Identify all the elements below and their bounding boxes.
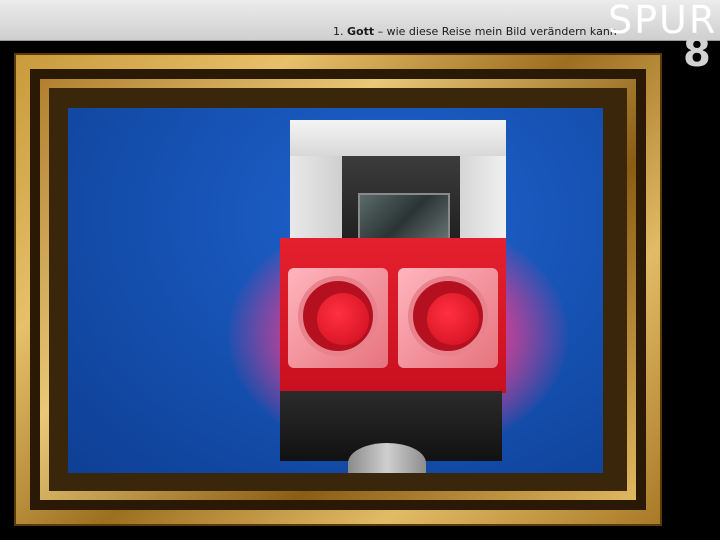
signal-housing-top	[290, 120, 506, 156]
header-bar: 1. Gott – wie diese Reise mein Bild verä…	[0, 0, 720, 42]
chapter-separator: –	[377, 25, 384, 38]
chapter-number: 1.	[333, 25, 344, 38]
signal-housing-right	[460, 156, 506, 241]
lamp-ring-right	[408, 276, 488, 356]
logo-number: 8	[683, 30, 711, 76]
red-lamp-right	[398, 268, 498, 368]
lamp-ring-left	[298, 276, 378, 356]
red-lamp-left	[288, 268, 388, 368]
lamp-lens-right	[427, 293, 479, 345]
lamp-lens-left	[317, 293, 369, 345]
chapter-title: Gott	[347, 25, 375, 38]
traffic-signal-photo	[68, 108, 603, 473]
chapter-heading: 1. Gott – wie diese Reise mein Bild verä…	[333, 25, 617, 38]
signal-housing-left	[290, 156, 342, 241]
chapter-subtitle: wie diese Reise mein Bild verändern kann	[386, 25, 617, 38]
